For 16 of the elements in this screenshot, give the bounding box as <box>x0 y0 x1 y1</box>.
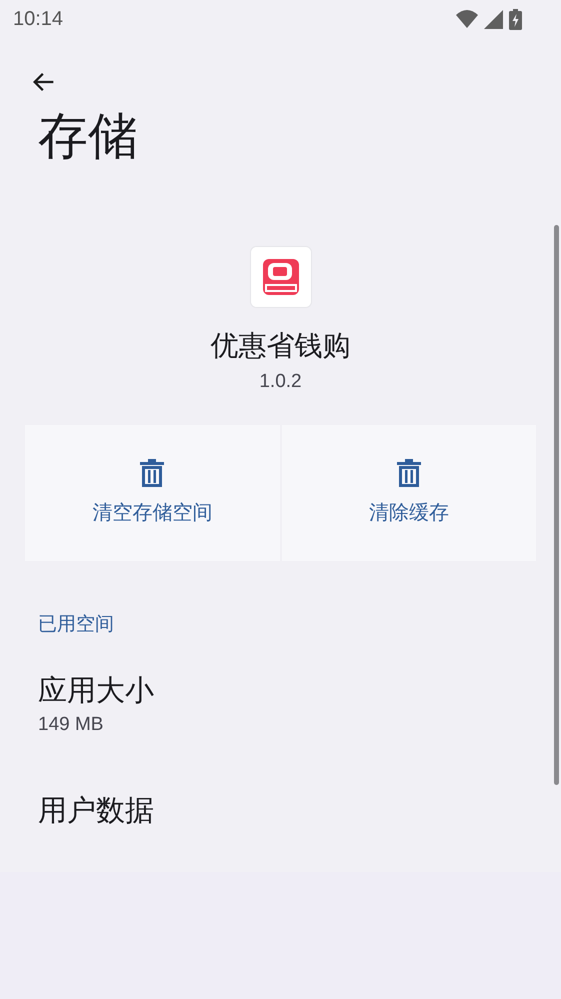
status-time: 10:14 <box>13 7 64 32</box>
item-title: 用户数据 <box>38 794 155 829</box>
trash-icon <box>139 458 166 488</box>
section-header: 已用空间 <box>38 612 115 636</box>
app-version: 1.0.2 <box>259 370 302 394</box>
wifi-icon <box>456 9 478 29</box>
page-title: 存储 <box>38 107 139 166</box>
item-summary: 149 MB <box>38 713 104 737</box>
action-button[interactable]: 清除缓存 <box>282 424 536 560</box>
app-name: 优惠省钱购 <box>210 329 350 363</box>
item-title: 应用大小 <box>38 674 155 709</box>
trash-icon <box>396 458 422 488</box>
battery-charging-icon <box>509 8 522 30</box>
app-icon <box>250 246 312 308</box>
signal-icon <box>484 10 503 28</box>
action-button[interactable]: 清空存储空间 <box>25 424 280 560</box>
